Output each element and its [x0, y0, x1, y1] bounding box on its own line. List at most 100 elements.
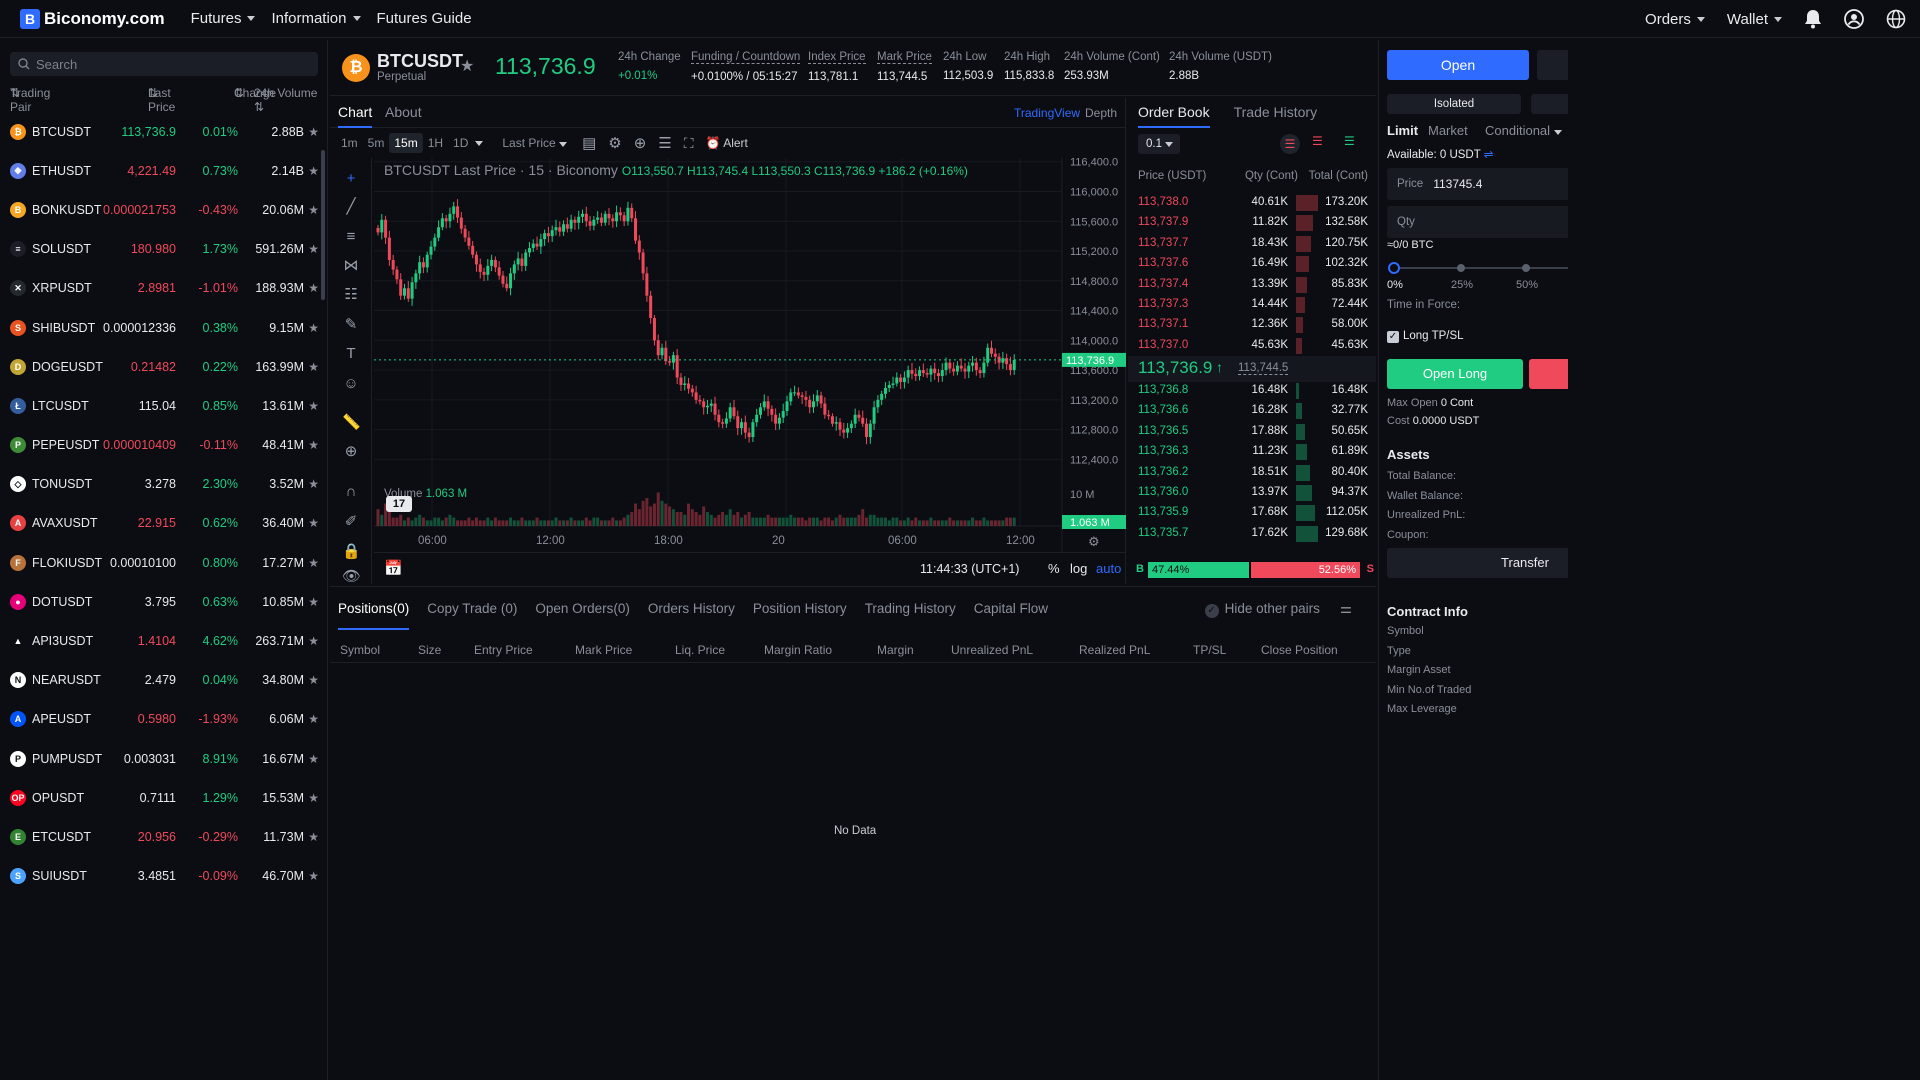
tab-trade-history[interactable]: Trade History [1234, 104, 1318, 128]
favorite-star-icon[interactable]: ★ [308, 791, 319, 805]
pair-row[interactable]: OP OPUSDT 0.7111 1.29% 15.53M ★ [0, 778, 322, 817]
hide-other-pairs-toggle[interactable]: ✓ Hide other pairs ⚌ [1204, 601, 1352, 618]
ask-row[interactable]: 113,737.6 16.49K 102.32K [1128, 254, 1376, 275]
bid-row[interactable]: 113,736.5 17.88K 50.65K [1128, 422, 1376, 443]
interval-1h[interactable]: 1H [423, 133, 448, 153]
positions-tab[interactable]: Position History [753, 601, 847, 630]
zoom-in-icon[interactable]: ⊕ [342, 443, 360, 461]
globe-icon[interactable] [1886, 9, 1906, 29]
nav-information[interactable]: Information [271, 10, 361, 27]
search-input[interactable]: Search [10, 52, 318, 76]
pair-row[interactable]: ◆ ETHUSDT 4,221.49 0.73% 2.14B ★ [0, 151, 322, 190]
pair-row[interactable]: A AVAXUSDT 22.915 0.62% 36.40M ★ [0, 504, 322, 543]
tab-order-book[interactable]: Order Book [1138, 104, 1210, 128]
pair-row[interactable]: ▲ API3USDT 1.4104 4.62% 263.71M ★ [0, 621, 322, 660]
bid-row[interactable]: 113,736.3 11.23K 61.89K [1128, 442, 1376, 463]
interval-5m[interactable]: 5m [363, 133, 390, 153]
bid-row[interactable]: 113,736.0 13.97K 94.37K [1128, 483, 1376, 504]
brush-icon[interactable]: ✎ [342, 316, 360, 334]
bid-row[interactable]: 113,735.9 17.68K 112.05K [1128, 503, 1376, 524]
interval-1d[interactable]: 1D [448, 133, 473, 153]
fullscreen-icon[interactable]: ⛶ [684, 135, 694, 152]
sort-last-price[interactable]: Last Price ⇅ [148, 86, 175, 114]
favorite-star-icon[interactable]: ★ [308, 242, 319, 256]
favorite-star-icon[interactable]: ★ [308, 321, 319, 335]
book-bids-icon[interactable]: ☰ [1344, 134, 1355, 148]
favorite-star-icon[interactable]: ★ [308, 360, 319, 374]
slider-stop-50[interactable] [1522, 264, 1530, 272]
bid-row[interactable]: 113,736.2 18.51K 80.40K [1128, 463, 1376, 484]
price-chart[interactable]: 116,400.0 116,000.0 115,600.0 115,200.0 114,… [374, 158, 1126, 584]
close-tab-button[interactable] [1537, 50, 1568, 80]
precision-select[interactable]: 0.1 [1138, 134, 1180, 154]
tab-chart[interactable]: Chart [338, 104, 373, 128]
positions-tab[interactable]: Capital Flow [974, 601, 1048, 630]
text-icon[interactable]: T [342, 345, 360, 363]
tab-about[interactable]: About [385, 104, 422, 120]
interval-15m[interactable]: 15m [389, 133, 423, 153]
ticker-stat-label[interactable]: Index Price [808, 51, 866, 64]
positions-tab[interactable]: Positions(0) [338, 601, 410, 630]
pair-row[interactable]: F FLOKIUSDT 0.00010100 0.80% 17.27M ★ [0, 543, 322, 582]
eye-icon[interactable]: 👁 [342, 568, 361, 586]
ask-row[interactable]: 113,737.4 13.39K 85.83K [1128, 275, 1376, 296]
favorite-star-icon[interactable]: ★ [308, 595, 319, 609]
margin-mode-isolated[interactable]: Isolated [1387, 94, 1521, 114]
favorite-star-icon[interactable]: ★ [308, 477, 319, 491]
tab-depth[interactable]: Depth [1085, 106, 1117, 120]
favorite-star-icon[interactable]: ★ [308, 281, 319, 295]
tab-tradingview[interactable]: TradingView [1014, 106, 1080, 120]
positions-tab[interactable]: Trading History [865, 601, 956, 630]
positions-tab[interactable]: Open Orders(0) [535, 601, 630, 630]
lock-icon[interactable]: 🔒 [342, 543, 361, 561]
favorite-star-icon[interactable]: ★ [308, 556, 319, 570]
transfer-arrows-icon[interactable]: ⇌ [1484, 149, 1494, 161]
percent-toggle[interactable]: % [1048, 561, 1060, 576]
horizontal-lines-icon[interactable]: ≡ [342, 228, 360, 246]
ask-row[interactable]: 113,738.0 40.61K 173.20K [1128, 193, 1376, 214]
slider-handle[interactable] [1388, 262, 1400, 274]
filter-icon[interactable]: ⚌ [1340, 601, 1352, 616]
sort-volume[interactable]: 24h Volume ⇅ [254, 86, 327, 114]
open-long-button[interactable]: Open Long [1387, 359, 1523, 389]
list-icon[interactable]: ☰ [658, 134, 671, 152]
sort-change[interactable]: Change ⇅ [234, 86, 276, 100]
pair-row[interactable]: ✕ XRPUSDT 2.8981 -1.01% 188.93M ★ [0, 269, 322, 308]
favorite-star-icon[interactable]: ★ [308, 830, 319, 844]
pair-row[interactable]: Ł LTCUSDT 115.04 0.85% 13.61M ★ [0, 386, 322, 425]
order-type-limit[interactable]: Limit [1387, 123, 1418, 138]
ticker-stat-label[interactable]: Funding / Countdown [691, 51, 801, 64]
slider-stop-25[interactable] [1457, 264, 1465, 272]
pair-row[interactable]: ● DOTUSDT 3.795 0.63% 10.85M ★ [0, 582, 322, 621]
alert-button[interactable]: ⏰ Alert [706, 136, 748, 150]
ruler-icon[interactable]: 📏 [342, 414, 361, 432]
time-in-force[interactable]: Time in Force: [1387, 299, 1460, 311]
favorite-star-icon[interactable]: ★ [308, 164, 319, 178]
ticker-stat-label[interactable]: Mark Price [877, 51, 932, 64]
pattern-icon[interactable]: ⋈ [342, 257, 360, 275]
interval-more-icon[interactable] [475, 140, 484, 146]
favorite-star-icon[interactable]: ★ [460, 56, 474, 76]
pair-row[interactable]: D DOGEUSDT 0.21482 0.22% 163.99M ★ [0, 347, 322, 386]
pair-row[interactable]: P PUMPUSDT 0.003031 8.91% 16.67M ★ [0, 739, 322, 778]
transfer-button[interactable]: Transfer [1387, 548, 1568, 578]
tpsl-checkbox[interactable]: ✓ [1387, 331, 1399, 343]
crosshair-icon[interactable]: + [342, 170, 360, 188]
trendline-icon[interactable]: ╱ [342, 198, 360, 216]
positions-tab[interactable]: Orders History [648, 601, 735, 630]
add-icon[interactable]: ⊕ [634, 134, 647, 152]
log-toggle[interactable]: log [1070, 561, 1087, 576]
indicators-icon[interactable]: ▤ [582, 134, 596, 152]
qty-input[interactable]: Qty [1387, 206, 1568, 238]
settings-gear-icon[interactable]: ⚙ [608, 134, 621, 152]
price-input[interactable]: Price 113745.4 [1387, 168, 1568, 200]
scrollbar[interactable] [321, 150, 325, 300]
pair-row[interactable]: N NEARUSDT 2.479 0.04% 34.80M ★ [0, 661, 322, 700]
calendar-icon[interactable]: 📅 [384, 559, 403, 577]
interval-1m[interactable]: 1m [336, 133, 363, 153]
axis-settings-icon[interactable]: ⚙ [1088, 535, 1100, 550]
favorite-star-icon[interactable]: ★ [308, 399, 319, 413]
ask-row[interactable]: 113,737.9 11.82K 132.58K [1128, 213, 1376, 234]
pair-row[interactable]: S SHIBUSDT 0.000012336 0.38% 9.15M ★ [0, 308, 322, 347]
favorite-star-icon[interactable]: ★ [308, 712, 319, 726]
